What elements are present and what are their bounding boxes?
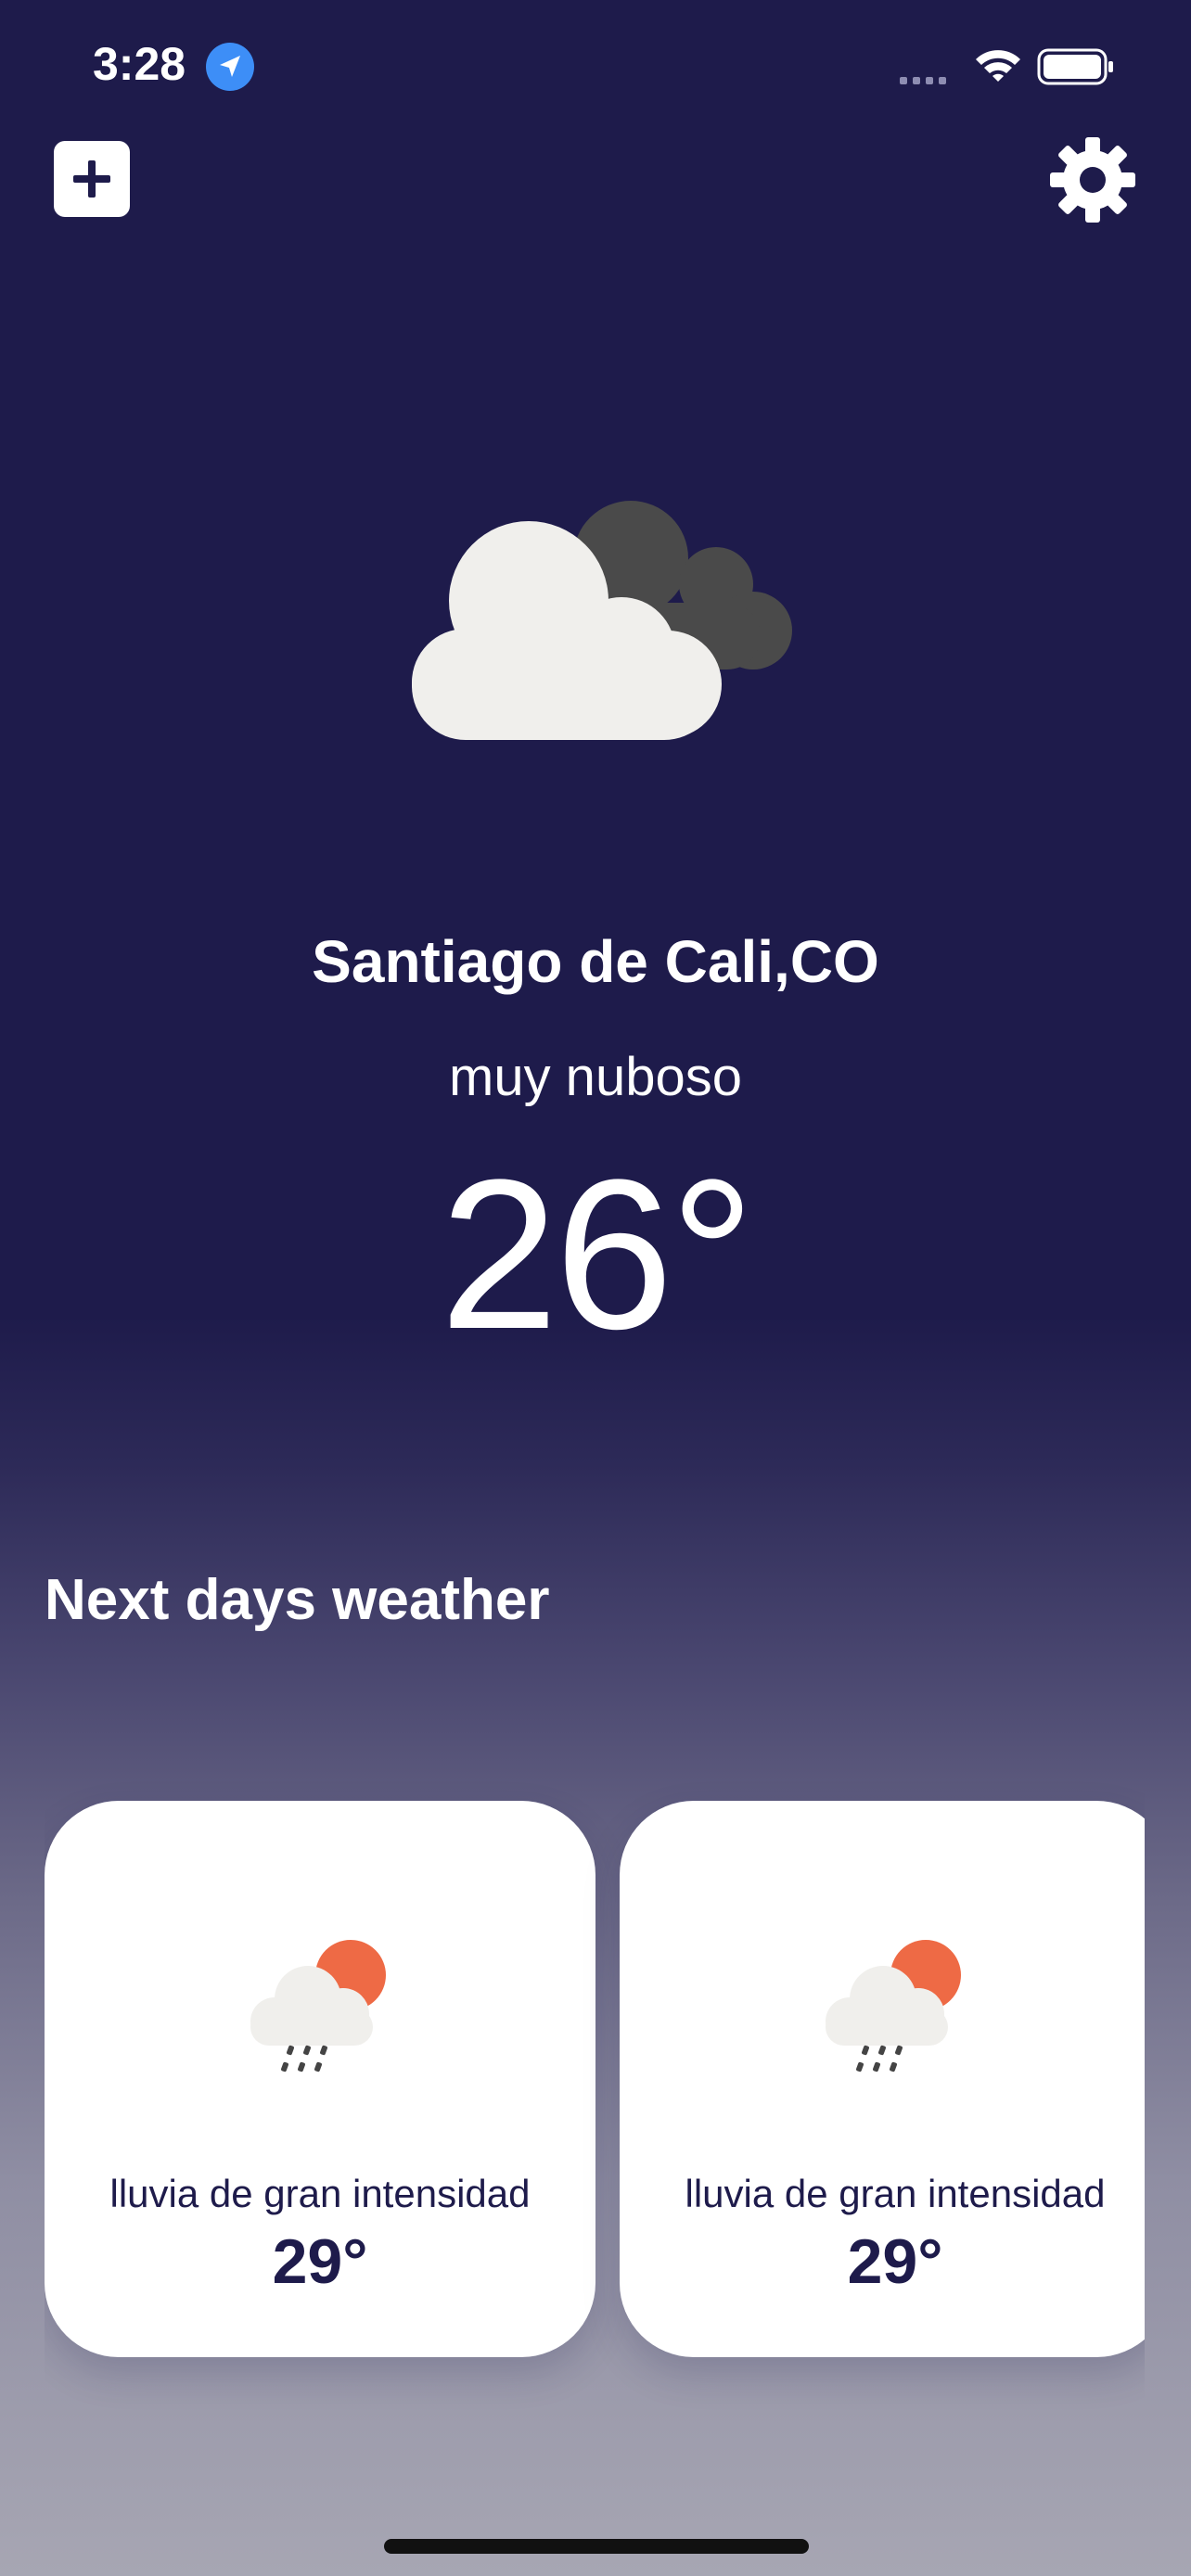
plus-icon: [73, 160, 110, 198]
city-name: Santiago de Cali,CO: [312, 928, 879, 995]
status-bar: 3:28: [0, 0, 1191, 139]
forecast-section-title: Next days weather: [45, 1568, 550, 1632]
add-city-button[interactable]: [54, 141, 130, 217]
forecast-description: lluvia de gran intensidad: [109, 2172, 531, 2215]
current-temperature: 26°: [440, 1135, 755, 1373]
status-time: 3:28: [93, 38, 186, 90]
weather-description: muy nuboso: [449, 1047, 742, 1107]
battery-icon: [1037, 48, 1113, 85]
location-arrow-icon: [206, 43, 254, 91]
forecast-card[interactable]: lluvia de gran intensidad 29°: [45, 1801, 596, 2357]
forecast-carousel[interactable]: lluvia de gran intensidad 29° lluvia de …: [45, 1771, 1145, 2420]
forecast-temperature: 29°: [272, 2226, 368, 2297]
signal-icon: [900, 72, 952, 89]
forecast-description: lluvia de gran intensidad: [685, 2172, 1106, 2215]
rain-sun-icon: [250, 1940, 386, 2072]
forecast-card[interactable]: lluvia de gran intensidad 29°: [620, 1801, 1145, 2357]
rain-sun-icon: [826, 1940, 961, 2072]
cloudy-icon: [412, 501, 792, 740]
home-indicator[interactable]: [384, 2539, 809, 2554]
gear-icon[interactable]: [1048, 135, 1137, 224]
forecast-temperature: 29°: [847, 2226, 943, 2297]
wifi-icon: [976, 50, 1020, 82]
